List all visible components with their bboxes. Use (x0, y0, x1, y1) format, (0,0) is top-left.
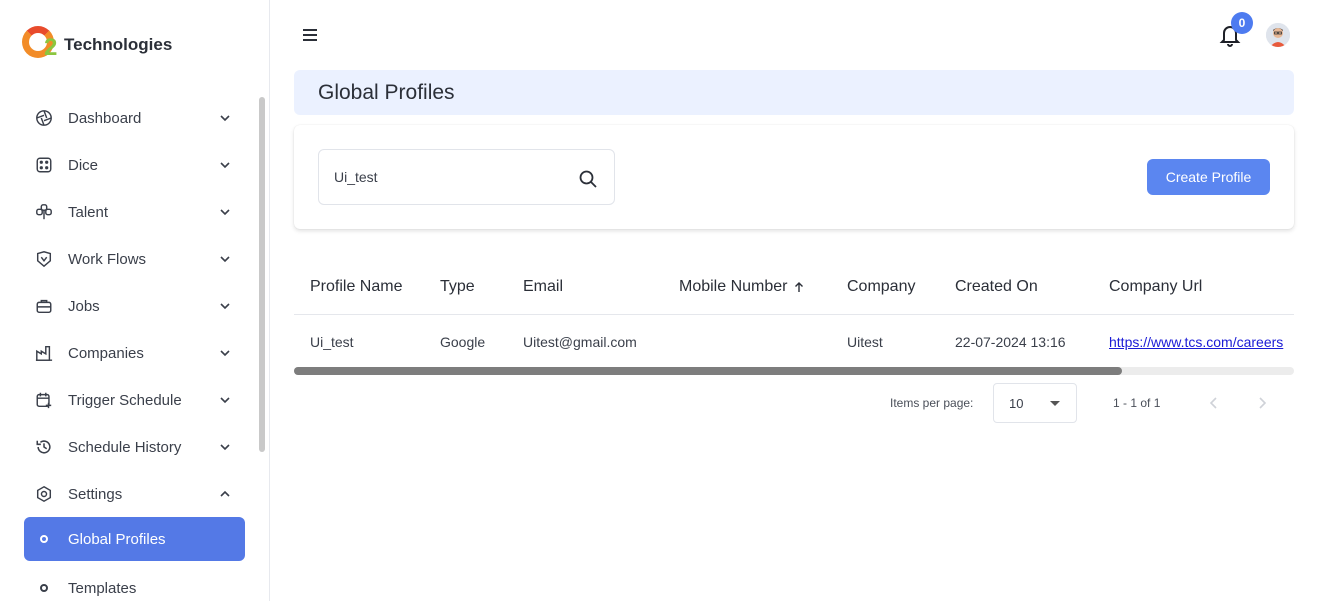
bullet-icon (40, 584, 48, 592)
dashboard-icon (34, 108, 54, 128)
table-header-row: Profile Name Type Email Mobile Number Co… (294, 260, 1294, 315)
chevron-down-icon (217, 439, 233, 455)
search-box (318, 149, 615, 205)
chevron-down-icon (217, 251, 233, 267)
calendar-plus-icon (34, 390, 54, 410)
sidebar-item-trigger-schedule[interactable]: Trigger Schedule (24, 378, 245, 422)
logo-mark: 2 (22, 26, 62, 62)
sidebar-item-label: Talent (68, 203, 109, 221)
sort-ascending-icon (795, 282, 804, 292)
sidebar-item-companies[interactable]: Companies (24, 331, 245, 375)
sidebar-subitem-label: Global Profiles (68, 530, 166, 548)
hamburger-icon (303, 29, 317, 41)
search-icon[interactable] (578, 169, 598, 189)
chevron-down-icon (217, 392, 233, 408)
column-header-type[interactable]: Type (440, 260, 475, 314)
workflows-icon (34, 249, 54, 269)
company-logo[interactable]: 2 Technologies (22, 26, 172, 62)
user-avatar[interactable] (1266, 23, 1290, 47)
menu-toggle-button[interactable] (300, 26, 320, 44)
page-title: Global Profiles (318, 80, 455, 104)
factory-icon (34, 343, 54, 363)
filter-card: Create Profile (294, 125, 1294, 229)
column-header-company[interactable]: Company (847, 260, 915, 314)
sidebar-item-label: Work Flows (68, 250, 147, 268)
cell-company-url-link[interactable]: https://www.tcs.com/careers (1109, 315, 1283, 369)
caret-down-icon (1050, 400, 1060, 406)
talent-icon (34, 202, 54, 222)
column-header-email[interactable]: Email (523, 260, 563, 314)
create-profile-button[interactable]: Create Profile (1147, 159, 1270, 195)
sidebar-item-jobs[interactable]: Jobs (24, 284, 245, 328)
settings-icon (34, 484, 54, 504)
brand-name: Technologies (64, 35, 173, 54)
chevron-down-icon (217, 157, 233, 173)
chevron-down-icon (217, 298, 233, 314)
sidebar-item-label: Dice (68, 156, 99, 174)
sidebar-item-talent[interactable]: Talent (24, 190, 245, 234)
page-header: Global Profiles (294, 70, 1294, 115)
pagination-range: 1 - 1 of 1 (1113, 396, 1161, 410)
sidebar-item-label: Companies (68, 344, 144, 362)
column-header-profile-name[interactable]: Profile Name (310, 260, 402, 314)
sidebar-subitem-global-profiles[interactable]: Global Profiles (24, 517, 245, 561)
search-input[interactable] (334, 169, 554, 185)
items-per-page-value: 10 (1009, 395, 1024, 411)
sidebar-item-schedule-history[interactable]: Schedule History (24, 425, 245, 469)
sidebar-item-label: Trigger Schedule (68, 391, 182, 409)
cell-type: Google (440, 334, 486, 350)
notification-badge: 0 (1231, 12, 1253, 34)
sidebar-subitem-label: Templates (68, 579, 137, 597)
sidebar-item-label: Jobs (68, 297, 100, 315)
sidebar-item-label: Dashboard (68, 109, 142, 127)
chevron-down-icon (217, 345, 233, 361)
column-header-mobile-number[interactable]: Mobile Number (679, 260, 805, 314)
column-header-created-on[interactable]: Created On (955, 260, 1038, 314)
sidebar-item-settings[interactable]: Settings (24, 472, 245, 516)
chevron-down-icon (217, 110, 233, 126)
chevron-left-icon (1209, 397, 1217, 409)
cell-profile-name: Ui_test (310, 334, 354, 350)
sidebar-item-label: Settings (68, 485, 123, 503)
bullet-icon (40, 535, 48, 543)
briefcase-icon (34, 296, 54, 316)
sidebar-item-work-flows[interactable]: Work Flows (24, 237, 245, 281)
table-horizontal-scrollbar[interactable] (294, 367, 1294, 375)
avatar-icon (1266, 23, 1290, 47)
sidebar-item-dice[interactable]: Dice (24, 143, 245, 187)
sidebar-subitem-templates[interactable]: Templates (24, 566, 245, 601)
cell-email: Uitest@gmail.com (523, 334, 637, 350)
table-row[interactable]: Ui_test Google Uitest@gmail.com Uitest 2… (294, 315, 1294, 369)
cell-created-on: 22-07-2024 13:16 (955, 334, 1066, 350)
previous-page-button[interactable] (1204, 393, 1224, 413)
scrollbar-thumb[interactable] (294, 367, 1122, 375)
chevron-right-icon (1259, 397, 1267, 409)
history-icon (34, 437, 54, 457)
sidebar-scrollbar[interactable] (259, 97, 265, 452)
items-per-page-label: Items per page: (890, 396, 974, 410)
profiles-table: Profile Name Type Email Mobile Number Co… (294, 260, 1294, 372)
sidebar-item-label: Schedule History (68, 438, 182, 456)
next-page-button[interactable] (1252, 393, 1272, 413)
dice-icon (34, 155, 54, 175)
column-header-company-url[interactable]: Company Url (1109, 260, 1202, 314)
cell-company: Uitest (847, 334, 883, 350)
sidebar: 2 Technologies Dashboard Dice Talent Wor… (0, 0, 270, 601)
chevron-down-icon (217, 204, 233, 220)
column-header-label: Mobile Number (679, 278, 788, 295)
items-per-page-select[interactable]: 10 (993, 383, 1077, 423)
sidebar-item-dashboard[interactable]: Dashboard (24, 96, 245, 140)
chevron-up-icon (217, 486, 233, 502)
